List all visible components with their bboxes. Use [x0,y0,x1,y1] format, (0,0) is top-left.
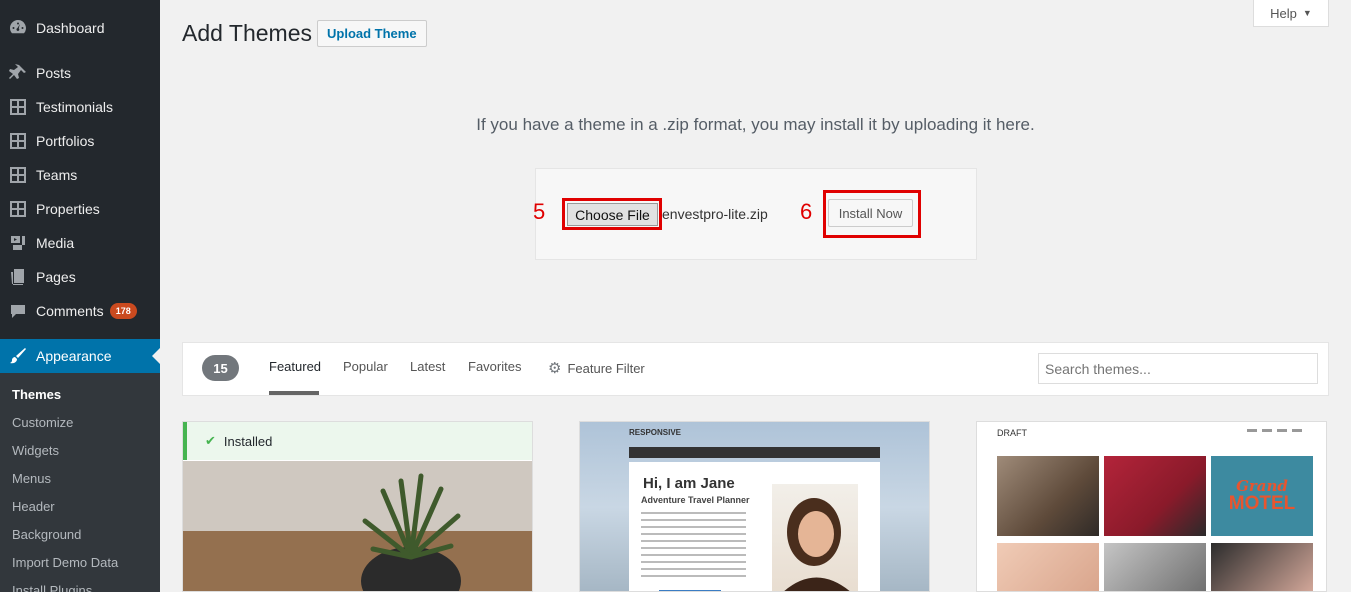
help-label: Help [1270,5,1297,21]
sidebar-item-label: Appearance [36,348,112,364]
grid-icon [0,97,36,117]
media-icon [0,233,36,253]
draft-photo-face [1211,543,1313,591]
sidebar-item-testimonials[interactable]: Testimonials [0,90,160,124]
responsive-brand: RESPONSIVE [629,428,682,437]
succulent-plant-illustration [183,461,532,591]
motel-sign-motel: MOTEL [1228,493,1296,514]
admin-sidebar: Dashboard Posts Testimonials Portfolios … [0,0,160,592]
active-tab-indicator [269,391,319,395]
grid-icon [0,165,36,185]
theme-card-responsive[interactable]: RESPONSIVE Hi, I am Jane Adventure Trave… [579,421,930,592]
submenu-item-menus[interactable]: Menus [12,464,51,492]
responsive-portrait [772,484,858,591]
responsive-heading: Hi, I am Jane [643,475,735,492]
responsive-nav-bar [629,447,880,458]
sidebar-item-portfolios[interactable]: Portfolios [0,124,160,158]
sidebar-item-teams[interactable]: Teams [0,158,160,192]
tab-favorites[interactable]: Favorites [468,359,521,374]
portrait-illustration [784,498,850,591]
sidebar-item-label: Comments [36,303,104,319]
dashboard-icon [0,18,36,38]
appearance-submenu: Themes Customize Widgets Menus Header Ba… [0,373,160,592]
submenu-item-background[interactable]: Background [12,520,81,548]
draft-nav-links [1247,429,1307,432]
submenu-item-customize[interactable]: Customize [12,408,73,436]
feature-filter-button[interactable]: ⚙ Feature Filter [548,359,645,377]
sidebar-item-appearance[interactable]: Appearance [0,339,160,373]
sidebar-item-label: Teams [36,167,78,183]
annotation-step-6: 6 [800,199,813,224]
draft-photo-portrait [997,456,1099,536]
sidebar-item-label: Properties [36,201,100,217]
installed-label: Installed [223,433,273,449]
grid-icon [0,199,36,219]
motel-sign-grand: Grand [1236,477,1288,495]
sidebar-item-media[interactable]: Media [0,226,160,260]
paintbrush-icon [0,346,36,366]
theme-screenshot-responsive: RESPONSIVE Hi, I am Jane Adventure Trave… [580,422,929,591]
upload-theme-button[interactable]: Upload Theme [317,20,427,47]
responsive-subheading: Adventure Travel Planner [641,495,750,505]
theme-card-installed[interactable]: ✔ Installed [182,421,533,592]
sidebar-item-comments[interactable]: Comments 178 [0,294,160,328]
draft-photo-camera [1104,456,1206,536]
theme-card-draft[interactable]: DRAFT Grand MOTEL [976,421,1327,592]
sidebar-item-label: Testimonials [36,99,114,115]
checkmark-icon: ✔ [205,433,216,448]
comments-icon [0,301,36,321]
sidebar-item-label: Pages [36,269,76,285]
draft-photo-hands [997,543,1099,591]
active-menu-arrow [152,348,160,364]
search-themes-input[interactable] [1038,353,1318,384]
sidebar-item-label: Media [36,235,75,251]
gear-icon: ⚙ [548,360,562,377]
draft-photo-motel-sign: Grand MOTEL [1211,456,1313,536]
sidebar-item-properties[interactable]: Properties [0,192,160,226]
tab-popular[interactable]: Popular [343,359,388,374]
feature-filter-label: Feature Filter [567,360,645,376]
choose-file-button[interactable]: Choose File [567,203,658,226]
submenu-item-header[interactable]: Header [12,492,55,520]
sidebar-item-label: Portfolios [36,133,95,149]
sidebar-item-dashboard[interactable]: Dashboard [0,11,160,45]
sidebar-item-label: Posts [36,65,72,81]
upload-instructions: If you have a theme in a .zip format, yo… [476,115,1035,134]
draft-photo-dog [1104,543,1206,591]
theme-count-badge: 15 [202,355,239,381]
selected-file-name: envestpro-lite.zip [662,206,768,222]
caret-down-icon: ▼ [1302,8,1312,18]
sidebar-item-label: Dashboard [36,20,105,36]
comments-count-badge: 178 [109,303,137,319]
submenu-item-widgets[interactable]: Widgets [12,436,59,464]
theme-screenshot-plant [183,461,532,591]
draft-brand: DRAFT [997,428,1027,438]
annotation-step-5: 5 [533,199,546,224]
submenu-item-install-plugins[interactable]: Install Plugins [12,576,92,592]
tab-latest[interactable]: Latest [410,359,445,374]
page-title: Add Themes [182,20,312,46]
sidebar-item-pages[interactable]: Pages [0,260,160,294]
tab-featured[interactable]: Featured [269,359,321,374]
responsive-content-panel: Hi, I am Jane Adventure Travel Planner [629,462,880,591]
install-now-button[interactable]: Install Now [828,199,913,227]
responsive-body-text [641,512,746,580]
pages-icon [0,267,36,287]
submenu-item-themes[interactable]: Themes [12,380,61,408]
sidebar-item-posts[interactable]: Posts [0,56,160,90]
theme-screenshot-draft: DRAFT Grand MOTEL [977,422,1326,591]
pin-icon [0,63,36,83]
submenu-item-import-demo-data[interactable]: Import Demo Data [12,548,118,576]
installed-notice: ✔ Installed [183,422,532,460]
help-button[interactable]: Help ▼ [1253,0,1329,27]
grid-icon [0,131,36,151]
